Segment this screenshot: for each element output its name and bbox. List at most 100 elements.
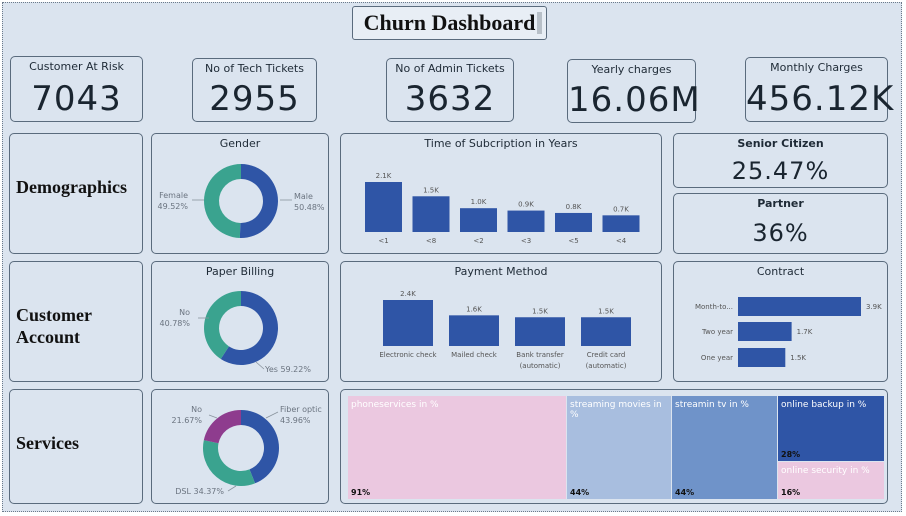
bar (555, 212, 592, 232)
section-services-label: Services (16, 433, 79, 453)
treemap-cell-online-backup[interactable]: online backup in % 28% (778, 396, 884, 461)
gender-chart-card[interactable]: Gender Male 50.48% Female 49.52% (151, 133, 329, 254)
treemap-label: streamin tv in % (675, 400, 749, 410)
bar-data-label: 0.9K (518, 201, 534, 209)
section-services-card: Services (9, 389, 143, 504)
donut-leader-line (208, 414, 218, 419)
paper-billing-chart-card[interactable]: Paper Billing Yes 59.22% No 40.78% (151, 261, 329, 382)
donut-label-dsl: DSL 34.37% (175, 487, 224, 496)
treemap-cell-streaming-movies[interactable]: streaming movies in % 44% (567, 396, 671, 499)
y-tick-label: One year (701, 354, 733, 362)
x-tick-label: <1 (378, 237, 388, 245)
contract-bar-chart[interactable]: 3.9K Month-to... 1.7K Two year 1.5K One year (674, 262, 889, 383)
kpi-label: No of Admin Tickets (395, 62, 505, 75)
services-treemap-card[interactable]: phoneservices in % 91% streaming movies … (340, 389, 888, 504)
bar-data-label: 1.7K (797, 328, 813, 336)
paper-billing-donut-chart[interactable]: Yes 59.22% No 40.78% (152, 262, 330, 383)
x-tick-label: Bank transfer (516, 351, 564, 359)
donut-leader-line (255, 361, 265, 370)
kpi-label: Customer At Risk (29, 60, 124, 73)
senior-citizen-value: 25.47% (731, 157, 830, 185)
treemap-cell-online-security[interactable]: online security in % 16% (778, 462, 884, 499)
bar-data-label: 1.5K (790, 354, 806, 362)
bar-data-label: 1.0K (471, 198, 487, 206)
donut-label-fiber-optic: Fiber optic 43.96% (280, 405, 322, 425)
section-demographics-label: Demographics (16, 177, 127, 197)
bar (738, 297, 861, 316)
bar-data-label: 0.8K (566, 203, 582, 211)
contract-chart-card[interactable]: Contract 3.9K Month-to... 1.7K Two year 1.5K… (673, 261, 888, 382)
kpi-monthly-charges[interactable]: Monthly Charges 456.12K (745, 57, 895, 122)
kpi-label: Monthly Charges (770, 61, 863, 74)
partner-card[interactable]: Partner 36% (673, 193, 888, 254)
treemap-value: 16% (781, 488, 801, 497)
donut-label-no: No 40.78% (159, 308, 190, 328)
treemap-cell-phoneservices[interactable]: phoneservices in % 91% (348, 396, 566, 499)
bar (412, 196, 450, 232)
dashboard-title-box: Churn Dashboard (352, 6, 547, 40)
x-tick-label: (automatic) (520, 362, 561, 370)
bar-data-label: 1.5K (598, 307, 614, 315)
kpi-tech-tickets[interactable]: No of Tech Tickets 2955 (192, 58, 317, 122)
section-demographics-card: Demographics (9, 133, 143, 254)
senior-citizen-card[interactable]: Senior Citizen 25.47% (673, 133, 888, 188)
internet-service-chart-card[interactable]: Fiber optic 43.96% DSL 34.37% No 21.67% (151, 389, 329, 504)
bar-data-label: 1.5K (532, 307, 548, 315)
bar (449, 315, 499, 346)
y-tick-label: Month-to... (695, 303, 733, 311)
kpi-value: 456.12K (746, 79, 895, 119)
bar (383, 300, 433, 346)
treemap-value: 44% (675, 488, 695, 497)
kpi-value: 3632 (404, 79, 496, 119)
partner-label: Partner (757, 197, 804, 210)
internet-service-donut-chart[interactable]: Fiber optic 43.96% DSL 34.37% No 21.67% (152, 390, 330, 505)
subscription-chart-card[interactable]: Time of Subcription in Years 2.1K <1 1.5K <… (340, 133, 662, 254)
section-customer-account-label: Customer Account (16, 305, 92, 347)
bar (602, 215, 640, 232)
donut-slice-male (239, 164, 278, 238)
bar (365, 182, 402, 232)
kpi-value: 16.06M (568, 80, 701, 120)
kpi-customer-at-risk[interactable]: Customer At Risk 7043 (10, 56, 143, 122)
kpi-admin-tickets[interactable]: No of Admin Tickets 3632 (386, 58, 514, 122)
x-tick-label: <2 (473, 237, 483, 245)
donut-leader-line (227, 485, 237, 492)
bar-data-label: 1.6K (466, 305, 482, 313)
bar-data-label: 0.7K (613, 205, 629, 213)
kpi-label: No of Tech Tickets (205, 62, 304, 75)
payment-method-bar-chart[interactable]: 2.4K Electronic check 1.6K Mailed check 1.5K… (341, 262, 663, 383)
donut-leader-line (265, 411, 279, 419)
bar (581, 317, 631, 346)
x-tick-label: Mailed check (451, 351, 498, 359)
dashboard-title: Churn Dashboard (363, 10, 536, 35)
x-tick-label: Electronic check (379, 351, 437, 359)
senior-citizen-label: Senior Citizen (737, 137, 824, 150)
bar (738, 322, 792, 341)
y-tick-label: Two year (701, 328, 733, 336)
bar (507, 210, 545, 232)
section-customer-account-card: Customer Account (9, 261, 143, 382)
kpi-yearly-charges[interactable]: Yearly charges 16.06M (567, 59, 701, 123)
treemap-cell-streaming-tv[interactable]: streamin tv in % 44% (672, 396, 777, 499)
treemap-label: streaming movies in % (570, 400, 662, 420)
bar-data-label: 2.4K (400, 290, 416, 298)
donut-label-male: Male 50.48% (294, 192, 325, 212)
x-tick-label: <8 (426, 237, 436, 245)
partner-value: 36% (752, 219, 809, 247)
donut-label-female: Female 49.52% (157, 191, 188, 211)
treemap-value: 44% (570, 488, 590, 497)
gender-donut-chart[interactable]: Male 50.48% Female 49.52% (152, 134, 330, 255)
title-cursor (537, 12, 542, 34)
kpi-value: 2955 (209, 79, 300, 119)
bar (515, 317, 565, 346)
bar-data-label: 1.5K (423, 186, 439, 194)
bar (738, 348, 786, 367)
bar-data-label: 2.1K (376, 172, 392, 180)
subscription-bar-chart[interactable]: 2.1K <1 1.5K <8 1.0K <2 0.9K <3 0.8K <5 0.7K <4 (341, 134, 663, 255)
donut-slice-female (203, 164, 241, 238)
treemap-value: 28% (781, 450, 801, 459)
x-tick-label: <3 (521, 237, 531, 245)
payment-method-chart-card[interactable]: Payment Method 2.4K Electronic check 1.6K M… (340, 261, 662, 382)
donut-label-no: No 21.67% (171, 405, 202, 425)
donut-slice-no (204, 291, 241, 359)
